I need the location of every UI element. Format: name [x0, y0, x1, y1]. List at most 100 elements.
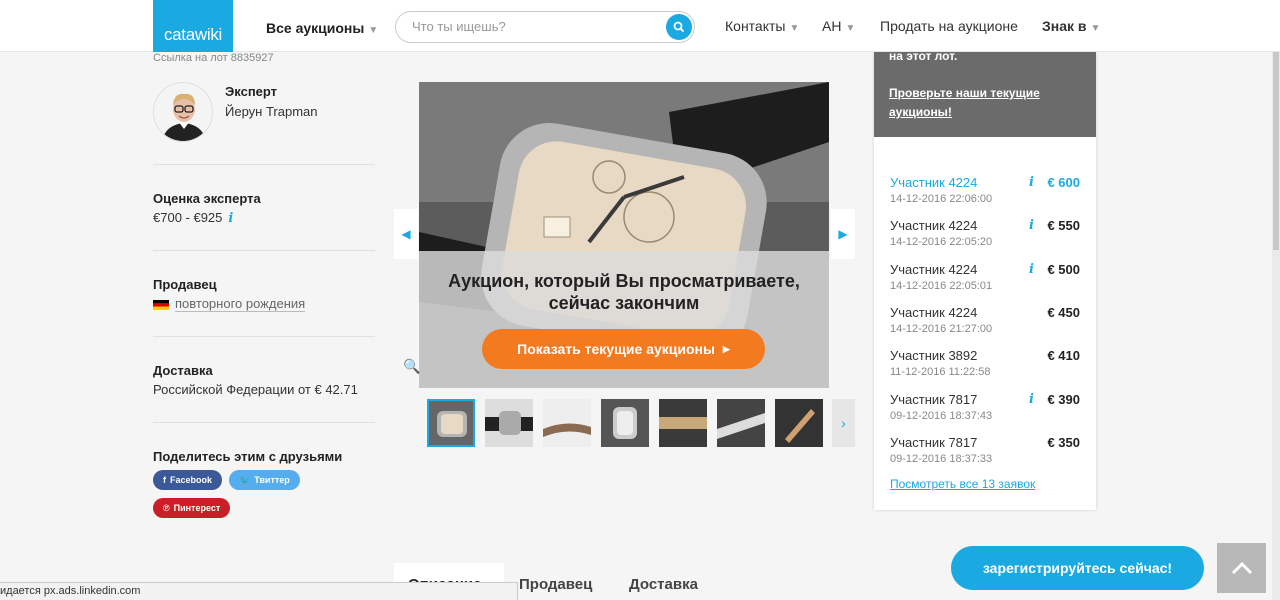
thumbnail[interactable] — [427, 399, 475, 447]
language-label: АН — [822, 18, 842, 34]
bid-history-panel: на этот лот. Проверьте наши текущие аукц… — [874, 49, 1096, 510]
lot-main-photo[interactable]: Аукцион, который Вы просматриваете, сейч… — [419, 82, 829, 388]
thumbnail[interactable] — [601, 399, 649, 447]
share-heading: Поделитесь этим с друзьями — [153, 449, 343, 464]
bid-amount: € 600 — [1047, 175, 1080, 190]
contacts-menu[interactable]: Контакты ▼ — [725, 18, 799, 34]
tab-delivery[interactable]: Доставка — [629, 576, 698, 593]
thumbnail-image — [601, 399, 649, 447]
language-menu[interactable]: АН ▼ — [822, 18, 855, 34]
thumbnail[interactable] — [659, 399, 707, 447]
chevron-down-icon: ▼ — [1090, 23, 1101, 34]
bidder-name: Участник 7817 — [890, 434, 978, 450]
thumbnail-image — [717, 399, 765, 447]
bid-row: Участник 7817 09-12-2016 18:37:43 i € 390 — [890, 392, 1080, 428]
chevron-right-icon: › — [841, 415, 846, 431]
bid-row: Участник 4224 14-12-2016 22:06:00 i € 600 — [890, 175, 1080, 211]
thumbnails-next-button[interactable]: › — [832, 399, 855, 447]
thumbnail[interactable] — [775, 399, 823, 447]
panel-notice: на этот лот. Проверьте наши текущие аукц… — [874, 49, 1096, 137]
chevron-up-icon — [1231, 561, 1252, 575]
scroll-to-top-button[interactable] — [1217, 543, 1266, 593]
bidder-name: Участник 4224 — [890, 261, 978, 277]
chevron-left-icon: ◀ — [401, 227, 411, 241]
gallery-next-button[interactable]: ▶ — [831, 209, 855, 259]
divider — [153, 336, 375, 337]
bid-date: 14-12-2016 22:05:01 — [890, 279, 993, 292]
facebook-label: Facebook — [170, 475, 213, 485]
bidder-name: Участник 4224 — [890, 304, 978, 320]
tab-seller[interactable]: Продавец — [519, 576, 592, 593]
gallery-prev-button[interactable]: ◀ — [394, 209, 418, 259]
estimate-value-row: €700 - €925 i — [153, 210, 233, 226]
zoom-icon[interactable]: 🔍 — [403, 358, 420, 375]
divider — [153, 164, 375, 165]
facebook-share-button[interactable]: f Facebook — [153, 470, 223, 490]
thumbnail[interactable] — [717, 399, 765, 447]
auction-ended-message: Аукцион, который Вы просматриваете, сейч… — [448, 271, 800, 313]
thumbnail-image — [543, 399, 591, 447]
all-auctions-menu[interactable]: Все аукционы ▼ — [266, 20, 378, 36]
estimate-heading: Оценка эксперта — [153, 191, 261, 206]
bid-row: Участник 4224 14-12-2016 22:05:01 i € 500 — [890, 262, 1080, 298]
register-button[interactable]: зарегистрируйтесь сейчас! — [951, 546, 1204, 590]
bid-row: Участник 7817 09-12-2016 18:37:33 € 350 — [890, 435, 1080, 471]
bid-amount: € 350 — [1047, 434, 1080, 450]
bid-date: 14-12-2016 22:06:00 — [890, 193, 993, 205]
bid-date: 11-12-2016 11:22:58 — [890, 366, 991, 379]
chevron-down-icon: ▼ — [845, 23, 856, 34]
delivery-heading: Доставка — [153, 363, 213, 378]
info-icon[interactable]: i — [1029, 262, 1034, 277]
info-icon[interactable]: i — [1029, 218, 1034, 233]
delivery-text: Российской Федерации от € 42.71 — [153, 382, 358, 397]
info-icon[interactable]: i — [1029, 392, 1034, 407]
sign-in-menu[interactable]: Знак в ▼ — [1042, 18, 1100, 34]
info-icon[interactable]: i — [228, 211, 233, 226]
sell-link[interactable]: Продать на аукционе — [880, 18, 1018, 34]
cta-label: Показать текущие аукционы — [517, 341, 715, 357]
germany-flag-icon — [153, 299, 169, 310]
pinterest-label: Пинтерест — [173, 503, 221, 513]
search-button[interactable] — [666, 14, 692, 40]
bidder-name: Участник 3892 — [890, 348, 978, 364]
top-header: catawiki Все аукционы▼ Контакты▼ АН▼ Про… — [0, 0, 1280, 52]
bid-date: 14-12-2016 22:05:20 — [890, 236, 993, 249]
contacts-label: Контакты — [725, 18, 786, 34]
thumbnail-image — [485, 399, 533, 447]
pinterest-icon: ℗ — [163, 503, 170, 513]
divider — [153, 250, 375, 251]
bid-amount: € 500 — [1047, 261, 1080, 277]
show-current-auctions-button[interactable]: Показать текущие аукционы ▶ — [482, 329, 765, 369]
search-icon — [673, 21, 685, 33]
current-auctions-link[interactable]: Проверьте наши текущие аукционы! — [889, 84, 1079, 122]
bidder-name: Участник 4224 — [890, 175, 978, 190]
thumbnail-image — [429, 401, 473, 445]
bid-date: 09-12-2016 18:37:33 — [890, 452, 993, 465]
thumbnail[interactable] — [485, 399, 533, 447]
seller-heading: Продавец — [153, 277, 217, 292]
bidder-name: Участник 7817 — [890, 391, 978, 407]
chevron-right-icon: ▶ — [838, 227, 848, 241]
expert-avatar — [153, 82, 213, 142]
twitter-share-button[interactable]: 🐦 Твиттер — [229, 470, 300, 490]
lot-reference: Ссылка на лот 8835927 — [153, 52, 274, 64]
catawiki-logo[interactable]: catawiki — [153, 0, 233, 52]
thumbnail-image — [659, 399, 707, 447]
chevron-down-icon: ▼ — [789, 23, 800, 34]
twitter-icon: 🐦 — [239, 474, 251, 485]
twitter-label: Твиттер — [254, 475, 290, 485]
bid-row: Участник 4224 14-12-2016 22:05:20 i € 550 — [890, 218, 1080, 254]
pinterest-share-button[interactable]: ℗ Пинтерест — [153, 498, 231, 518]
browser-status-bar: идается px.ads.linkedin.com — [0, 582, 518, 600]
seller-name-link[interactable]: повторного рождения — [175, 296, 306, 312]
search-input[interactable] — [412, 19, 652, 34]
bid-amount: € 450 — [1047, 304, 1080, 320]
divider — [153, 422, 375, 423]
seller-row: повторного рождения — [153, 296, 306, 312]
expert-name: Йерун Trapman — [225, 104, 318, 119]
bid-amount: € 390 — [1047, 391, 1080, 407]
info-icon[interactable]: i — [1029, 175, 1034, 190]
thumbnail[interactable] — [543, 399, 591, 447]
see-all-bids-link[interactable]: Посмотреть все 13 заявок — [890, 477, 1035, 491]
chevron-down-icon: ▼ — [368, 25, 379, 36]
